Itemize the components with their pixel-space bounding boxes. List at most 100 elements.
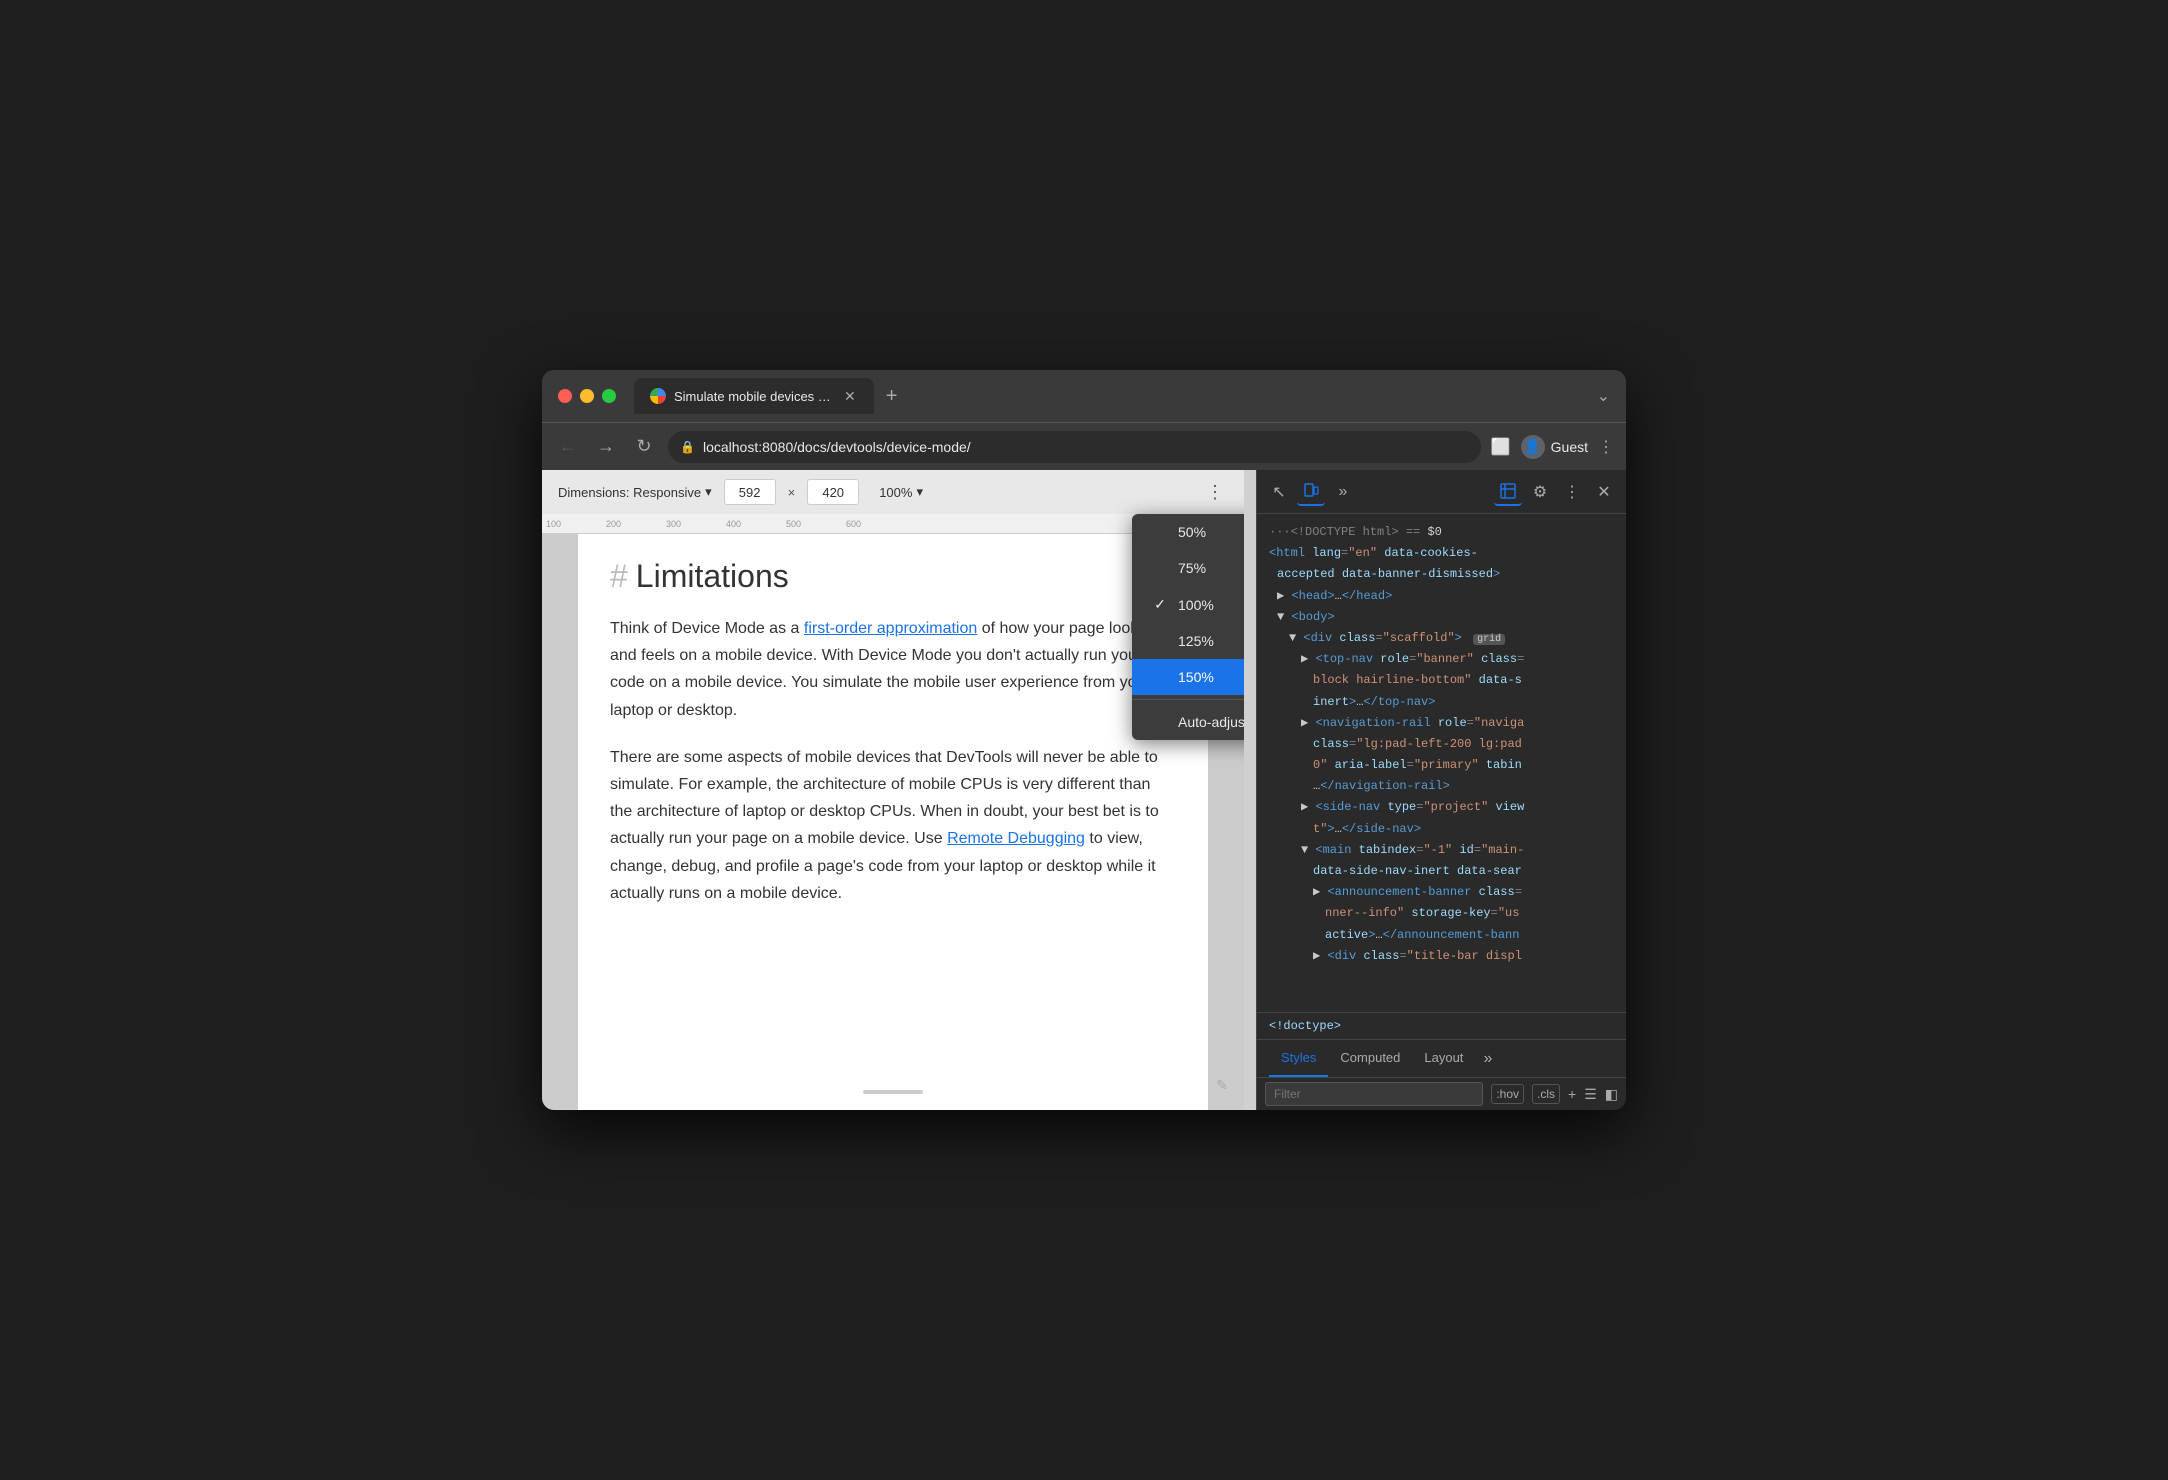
html-line-navrail3: 0" aria-label="primary" tabin xyxy=(1261,755,1622,776)
html-line-head[interactable]: ▶ <head>…</head> xyxy=(1261,586,1622,607)
zoom-label-auto: Auto-adjust zoom xyxy=(1178,714,1244,730)
tab-computed[interactable]: Computed xyxy=(1328,1040,1412,1077)
html-line-announcement3: active>…</announcement-bann xyxy=(1261,925,1622,946)
html-line-scaffold[interactable]: ▼ <div class="scaffold"> grid xyxy=(1261,628,1622,649)
minimize-traffic-light[interactable] xyxy=(580,389,594,403)
doctype-line[interactable]: <!doctype> xyxy=(1257,1013,1626,1040)
close-traffic-light[interactable] xyxy=(558,389,572,403)
guest-profile-button[interactable]: 👤 Guest xyxy=(1521,435,1588,459)
tab-area: Simulate mobile devices with D ✕ + xyxy=(634,378,1105,414)
devtools-bottom: <!doctype> Styles Computed Layout » :hov… xyxy=(1257,1012,1626,1110)
paragraph-2: There are some aspects of mobile devices… xyxy=(610,744,1176,907)
html-line-html[interactable]: <html lang="en" data-cookies- xyxy=(1261,543,1622,564)
link-remote-debug[interactable]: Remote Debugging xyxy=(947,830,1085,847)
hash-symbol: # xyxy=(610,558,628,595)
zoom-label-150: 150% xyxy=(1178,669,1214,685)
page-content-area: # Limitations Think of Device Mode as a … xyxy=(578,534,1208,1110)
inspector-icon[interactable]: ↖ xyxy=(1265,478,1293,506)
html-line-topnav2: block hairline-bottom" data-s xyxy=(1261,670,1622,691)
doctype-text: <!doctype> xyxy=(1269,1019,1341,1033)
device-mode-icon[interactable] xyxy=(1297,478,1325,506)
back-button[interactable]: ← xyxy=(554,432,582,461)
computed-style-icon[interactable]: ☰ xyxy=(1584,1086,1597,1103)
devtools-filter-bar: :hov .cls + ☰ ◧ xyxy=(1257,1078,1626,1110)
html-line-announcement[interactable]: ▶ <announcement-banner class= xyxy=(1261,882,1622,903)
zoom-option-auto[interactable]: Auto-adjust zoom xyxy=(1132,704,1244,740)
window-menu-icon[interactable]: ⌄ xyxy=(1597,386,1610,406)
ruler-mark: 100 xyxy=(546,519,606,529)
html-line-main[interactable]: ▼ <main tabindex="-1" id="main- xyxy=(1261,840,1622,861)
new-tab-button[interactable]: + xyxy=(878,381,906,412)
scrollbar-handle[interactable] xyxy=(1234,822,1240,902)
devtools-more-icon[interactable]: ⋮ xyxy=(1558,478,1586,506)
html-line-body[interactable]: ▼ <body> xyxy=(1261,607,1622,628)
zoom-label-75: 75% xyxy=(1178,560,1206,576)
traffic-lights xyxy=(558,389,616,403)
toolbar-more-button[interactable]: ⋮ xyxy=(1202,478,1228,507)
zoom-label-125: 125% xyxy=(1178,633,1214,649)
elements-panel-icon[interactable] xyxy=(1494,478,1522,506)
html-line-navrail[interactable]: ▶ <navigation-rail role="naviga xyxy=(1261,713,1622,734)
cls-button[interactable]: .cls xyxy=(1532,1084,1560,1104)
title-bar: Simulate mobile devices with D ✕ + ⌄ xyxy=(542,370,1626,422)
ruler-mark: 500 xyxy=(786,519,846,529)
html-line-sidenav2: t">…</side-nav> xyxy=(1261,819,1622,840)
gray-sidebar xyxy=(1244,470,1256,1110)
width-input[interactable] xyxy=(724,479,776,505)
zoom-button[interactable]: 100% ▾ xyxy=(871,480,931,504)
lock-icon: 🔒 xyxy=(680,440,695,454)
html-tree: ···<!DOCTYPE html> == $0 <html lang="en"… xyxy=(1257,514,1626,1012)
height-input[interactable] xyxy=(807,479,859,505)
para1-text: Think of Device Mode as a xyxy=(610,620,804,637)
toggle-sidebar-icon[interactable]: ◧ xyxy=(1605,1086,1618,1103)
guest-label: Guest xyxy=(1551,439,1588,455)
page-footer-bar xyxy=(863,1090,923,1094)
tab-styles[interactable]: Styles xyxy=(1269,1040,1328,1077)
refresh-button[interactable]: ↻ xyxy=(630,432,658,461)
zoom-option-100[interactable]: ✓ 100% xyxy=(1132,586,1244,623)
devtools-toolbar: ↖ » ⚙ ⋮ ✕ xyxy=(1257,470,1626,514)
html-line-announcement2: nner--info" storage-key="us xyxy=(1261,903,1622,924)
page-scroll-indicator: ✎ xyxy=(1216,1077,1228,1094)
zoom-divider xyxy=(1132,699,1244,700)
zoom-label-50: 50% xyxy=(1178,524,1206,540)
ruler-mark: 600 xyxy=(846,519,906,529)
filter-input[interactable] xyxy=(1265,1082,1483,1106)
forward-button[interactable]: → xyxy=(592,432,620,461)
address-bar: ← → ↻ 🔒 localhost:8080/docs/devtools/dev… xyxy=(542,422,1626,470)
zoom-option-150[interactable]: 150% xyxy=(1132,659,1244,695)
tab-layout[interactable]: Layout xyxy=(1412,1040,1475,1077)
address-input[interactable]: 🔒 localhost:8080/docs/devtools/device-mo… xyxy=(668,431,1481,463)
page-area: Dimensions: Responsive ▾ × 100% ▾ ⋮ 50% xyxy=(542,470,1244,1110)
html-line-topnav[interactable]: ▶ <top-nav role="banner" class= xyxy=(1261,649,1622,670)
address-right-icons: ⬜ 👤 Guest ⋮ xyxy=(1491,435,1614,459)
chrome-favicon-icon xyxy=(650,388,666,404)
dimension-separator: × xyxy=(788,485,796,500)
active-tab[interactable]: Simulate mobile devices with D ✕ xyxy=(634,378,874,414)
add-style-icon[interactable]: + xyxy=(1568,1086,1576,1102)
more-tools-icon[interactable]: » xyxy=(1329,478,1357,506)
chrome-menu-icon[interactable]: ⋮ xyxy=(1598,437,1614,457)
zoom-dropdown: 50% 75% ✓ 100% 125% xyxy=(1132,514,1244,740)
html-line-sidenav[interactable]: ▶ <side-nav type="project" view xyxy=(1261,797,1622,818)
url-text: localhost:8080/docs/devtools/device-mode… xyxy=(703,439,971,455)
html-line-accepted: accepted data-banner-dismissed> xyxy=(1261,564,1622,585)
zoom-option-75[interactable]: 75% xyxy=(1132,550,1244,586)
page-heading: # Limitations xyxy=(610,558,1176,595)
devtools-panel: ↖ » ⚙ ⋮ ✕ ···<!DOCTYPE html> == $0 xyxy=(1256,470,1626,1110)
screen-cast-icon[interactable]: ⬜ xyxy=(1491,437,1511,457)
hov-button[interactable]: :hov xyxy=(1491,1084,1524,1104)
zoom-check-100: ✓ xyxy=(1152,596,1168,613)
zoom-option-50[interactable]: 50% xyxy=(1132,514,1244,550)
dimensions-dropdown-arrow[interactable]: ▾ xyxy=(705,484,712,500)
ruler-mark: 200 xyxy=(606,519,666,529)
tab-more-button[interactable]: » xyxy=(1475,1042,1500,1076)
maximize-traffic-light[interactable] xyxy=(602,389,616,403)
link-first-order[interactable]: first-order approximation xyxy=(804,620,977,637)
zoom-option-125[interactable]: 125% xyxy=(1132,623,1244,659)
settings-icon[interactable]: ⚙ xyxy=(1526,478,1554,506)
close-devtools-icon[interactable]: ✕ xyxy=(1590,478,1618,506)
ruler-mark: 400 xyxy=(726,519,786,529)
tab-close-icon[interactable]: ✕ xyxy=(842,386,858,407)
html-line-titlebar[interactable]: ▶ <div class="title-bar displ xyxy=(1261,946,1622,967)
